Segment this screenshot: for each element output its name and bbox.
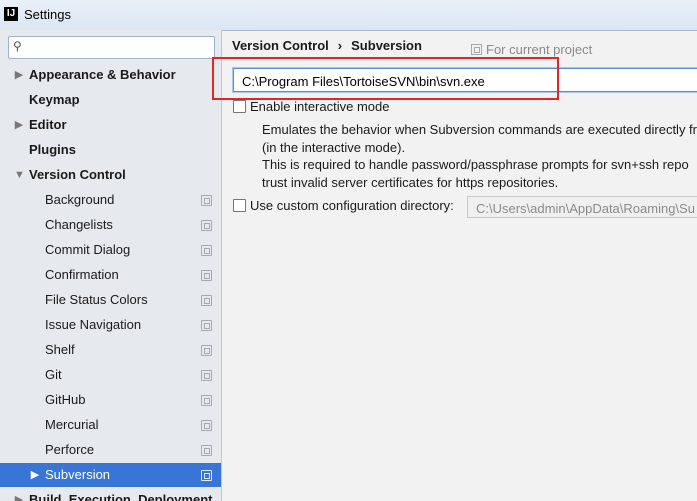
sidebar-item-label: Plugins bbox=[29, 142, 76, 157]
sidebar-item-label: Git bbox=[45, 367, 62, 382]
enable-interactive-mode-checkbox[interactable] bbox=[233, 100, 246, 113]
sidebar-item-confirmation[interactable]: Confirmation bbox=[0, 263, 221, 287]
project-level-icon bbox=[201, 270, 212, 281]
sidebar-item-label: Background bbox=[45, 192, 115, 207]
sidebar-item-subversion[interactable]: ▶ Subversion bbox=[0, 463, 221, 487]
sidebar-item-label: Mercurial bbox=[45, 417, 99, 432]
sidebar-item-background[interactable]: Background bbox=[0, 188, 221, 212]
enable-interactive-mode-label[interactable]: Enable interactive mode bbox=[250, 99, 389, 114]
sidebar-item-label: Changelists bbox=[45, 217, 113, 232]
sidebar-item-label: File Status Colors bbox=[45, 292, 148, 307]
sidebar-item-label: Version Control bbox=[29, 167, 126, 182]
project-level-icon bbox=[201, 345, 212, 356]
sidebar-item-build-execution-deployment[interactable]: ▶ Build, Execution, Deployment bbox=[0, 488, 221, 501]
sidebar-item-appearance-behavior[interactable]: ▶ Appearance & Behavior bbox=[0, 63, 221, 87]
project-level-icon bbox=[201, 370, 212, 381]
project-level-icon bbox=[201, 395, 212, 406]
sidebar-item-label: Shelf bbox=[45, 342, 75, 357]
sidebar-item-commit-dialog[interactable]: Commit Dialog bbox=[0, 238, 221, 262]
sidebar-item-issue-navigation[interactable]: Issue Navigation bbox=[0, 313, 221, 337]
window-title: Settings bbox=[24, 7, 71, 22]
project-icon bbox=[471, 44, 482, 55]
breadcrumb-current: Subversion bbox=[351, 38, 422, 53]
project-level-icon bbox=[201, 445, 212, 456]
sidebar-item-git[interactable]: Git bbox=[0, 363, 221, 387]
breadcrumb-parent: Version Control bbox=[232, 38, 329, 53]
annotation-highlight-box bbox=[212, 57, 559, 100]
expand-arrow-right-icon[interactable]: ▶ bbox=[14, 113, 24, 137]
project-level-icon bbox=[201, 295, 212, 306]
project-level-icon bbox=[201, 245, 212, 256]
project-level-icon bbox=[201, 320, 212, 331]
sidebar-item-editor[interactable]: ▶ Editor bbox=[0, 113, 221, 137]
description-line: trust invalid server certificates for ht… bbox=[262, 174, 559, 190]
breadcrumb-separator: › bbox=[337, 38, 343, 53]
description-line: (in the interactive mode). bbox=[262, 139, 406, 155]
sidebar-item-mercurial[interactable]: Mercurial bbox=[0, 413, 221, 437]
config-directory-field[interactable] bbox=[467, 196, 697, 218]
sidebar-item-plugins[interactable]: Plugins bbox=[0, 138, 221, 162]
breadcrumb: Version Control › Subversion bbox=[232, 38, 422, 53]
project-level-icon bbox=[201, 195, 212, 206]
sidebar-item-label: Subversion bbox=[45, 467, 111, 482]
sidebar-item-label: Keymap bbox=[29, 92, 80, 107]
sidebar-item-label: Appearance & Behavior bbox=[29, 67, 176, 82]
project-level-icon bbox=[201, 470, 212, 481]
project-level-icon bbox=[201, 220, 212, 231]
expand-arrow-right-icon[interactable]: ▶ bbox=[30, 463, 40, 487]
interactive-mode-description: Emulates the behavior when Subversion co… bbox=[262, 121, 697, 191]
custom-config-directory-checkbox[interactable] bbox=[233, 199, 246, 212]
search-icon[interactable]: ⚲ bbox=[13, 39, 22, 53]
sidebar-item-keymap[interactable]: Keymap bbox=[0, 88, 221, 112]
sidebar-item-version-control[interactable]: ▼ Version Control bbox=[0, 163, 221, 187]
expand-arrow-right-icon[interactable]: ▶ bbox=[14, 488, 24, 501]
sidebar-item-label: Build, Execution, Deployment bbox=[29, 492, 213, 501]
sidebar-item-label: Editor bbox=[29, 117, 67, 132]
window-titlebar: IJ Settings bbox=[0, 0, 697, 31]
expand-arrow-right-icon[interactable]: ▶ bbox=[14, 63, 24, 87]
sidebar-item-changelists[interactable]: Changelists bbox=[0, 213, 221, 237]
settings-search-box[interactable]: ⚲ bbox=[8, 36, 215, 59]
settings-sidebar: ⚲ ▶ Appearance & Behavior Keymap ▶ Editor Plu… bbox=[0, 30, 222, 501]
sidebar-item-file-status-colors[interactable]: File Status Colors bbox=[0, 288, 221, 312]
custom-config-directory-label[interactable]: Use custom configuration directory: bbox=[250, 198, 454, 213]
intellij-app-icon: IJ bbox=[4, 7, 18, 21]
description-line: Emulates the behavior when Subversion co… bbox=[262, 122, 697, 137]
description-line: This is required to handle password/pass… bbox=[262, 157, 689, 172]
expand-arrow-down-icon[interactable]: ▼ bbox=[14, 163, 25, 187]
project-level-icon bbox=[201, 420, 212, 431]
settings-search-input[interactable] bbox=[31, 38, 213, 57]
for-current-project-note: For current project bbox=[471, 42, 592, 57]
sidebar-item-label: Issue Navigation bbox=[45, 317, 142, 332]
sidebar-item-shelf[interactable]: Shelf bbox=[0, 338, 221, 362]
sidebar-item-label: GitHub bbox=[45, 392, 86, 407]
sidebar-item-github[interactable]: GitHub bbox=[0, 388, 221, 412]
sidebar-item-perforce[interactable]: Perforce bbox=[0, 438, 221, 462]
for-current-project-label: For current project bbox=[486, 42, 593, 57]
sidebar-item-label: Perforce bbox=[45, 442, 95, 457]
config-directory-input[interactable] bbox=[474, 199, 697, 217]
sidebar-item-label: Confirmation bbox=[45, 267, 119, 282]
sidebar-item-label: Commit Dialog bbox=[45, 242, 131, 257]
